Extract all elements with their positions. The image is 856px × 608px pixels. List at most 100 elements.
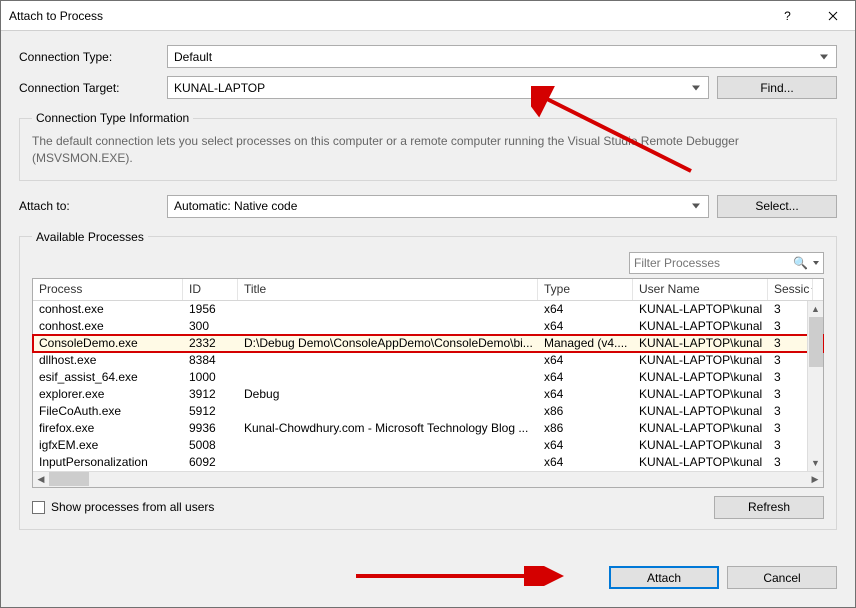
cell: Managed (v4....	[538, 336, 633, 350]
cell: ConsoleDemo.exe	[33, 336, 183, 350]
attach-button[interactable]: Attach	[609, 566, 719, 589]
filter-processes-input[interactable]: 🔍	[629, 252, 824, 274]
table-row[interactable]: explorer.exe3912Debugx64KUNAL-LAPTOP\kun…	[33, 386, 823, 403]
cell: conhost.exe	[33, 319, 183, 333]
cell: dllhost.exe	[33, 353, 183, 367]
horizontal-scrollbar[interactable]: ◀ ▶	[33, 471, 823, 487]
refresh-button[interactable]: Refresh	[714, 496, 824, 519]
cell: 1000	[183, 370, 238, 384]
connection-type-value: Default	[174, 50, 212, 64]
cell: 2332	[183, 336, 238, 350]
cell: x64	[538, 455, 633, 469]
scroll-thumb-h[interactable]	[49, 472, 89, 486]
close-button[interactable]	[810, 1, 855, 31]
select-button[interactable]: Select...	[717, 195, 837, 218]
table-row[interactable]: esif_assist_64.exe1000 x64KUNAL-LAPTOP\ku…	[33, 369, 823, 386]
checkbox-icon	[32, 501, 45, 514]
scroll-left-icon[interactable]: ◀	[33, 471, 49, 487]
cell: 300	[183, 319, 238, 333]
chevron-down-icon	[813, 261, 819, 265]
find-button[interactable]: Find...	[717, 76, 837, 99]
cell: 8384	[183, 353, 238, 367]
window-title: Attach to Process	[1, 9, 765, 23]
process-list[interactable]: Process ID Title Type User Name Sessic^ …	[32, 278, 824, 488]
cell: D:\Debug Demo\ConsoleAppDemo\ConsoleDemo…	[238, 336, 538, 350]
filter-processes-text[interactable]	[634, 256, 791, 270]
select-button-label: Select...	[755, 199, 798, 213]
col-id[interactable]: ID	[183, 279, 238, 300]
table-row[interactable]: conhost.exe1956x64KUNAL-LAPTOP\kunal3	[33, 301, 823, 318]
scroll-up-icon[interactable]: ▲	[808, 301, 824, 317]
cell: KUNAL-LAPTOP\kunal	[633, 438, 768, 452]
cell: Kunal-Chowdhury.com - Microsoft Technolo…	[238, 421, 538, 435]
col-user[interactable]: User Name	[633, 279, 768, 300]
table-row[interactable]: InputPersonalization6092 x64KUNAL-LAPTOP\…	[33, 454, 823, 471]
cell: conhost.exe	[33, 302, 183, 316]
cancel-button[interactable]: Cancel	[727, 566, 837, 589]
process-rows: conhost.exe1956x64KUNAL-LAPTOP\kunal3con…	[33, 301, 823, 471]
cell: KUNAL-LAPTOP\kunal	[633, 370, 768, 384]
col-type[interactable]: Type	[538, 279, 633, 300]
table-row[interactable]: conhost.exe300x64KUNAL-LAPTOP\kunal3	[33, 318, 823, 335]
connection-target-label: Connection Target:	[19, 81, 159, 95]
connection-target-value: KUNAL-LAPTOP	[174, 81, 265, 95]
table-row[interactable]: FileCoAuth.exe5912x86KUNAL-LAPTOP\kunal3	[33, 403, 823, 420]
available-processes-group: Available Processes 🔍 Process ID Title T…	[19, 230, 837, 530]
cell: KUNAL-LAPTOP\kunal	[633, 404, 768, 418]
col-title[interactable]: Title	[238, 279, 538, 300]
cell: x86	[538, 421, 633, 435]
show-all-checkbox[interactable]: Show processes from all users	[32, 500, 214, 514]
connection-type-info-text: The default connection lets you select p…	[32, 133, 824, 168]
cell: x86	[538, 404, 633, 418]
attach-to-label: Attach to:	[19, 199, 159, 213]
find-button-label: Find...	[760, 81, 793, 95]
attach-to-value: Automatic: Native code	[174, 199, 297, 213]
cell: x64	[538, 438, 633, 452]
cell: firefox.exe	[33, 421, 183, 435]
cell: KUNAL-LAPTOP\kunal	[633, 421, 768, 435]
help-button[interactable]: ?	[765, 1, 810, 31]
cell: esif_assist_64.exe	[33, 370, 183, 384]
cell: 6092	[183, 455, 238, 469]
attach-to-process-dialog: Attach to Process ? Connection Type: Def…	[0, 0, 856, 608]
show-all-label: Show processes from all users	[51, 500, 214, 514]
cell: x64	[538, 353, 633, 367]
cell: igfxEM.exe	[33, 438, 183, 452]
table-row[interactable]: firefox.exe9936Kunal-Chowdhury.com - Mic…	[33, 420, 823, 437]
table-row[interactable]: igfxEM.exe5008x64KUNAL-LAPTOP\kunal3	[33, 437, 823, 454]
cell: Debug	[238, 387, 538, 401]
connection-type-select[interactable]: Default	[167, 45, 837, 68]
available-processes-legend: Available Processes	[32, 230, 148, 244]
connection-type-info-group: Connection Type Information The default …	[19, 111, 837, 181]
cell: 3912	[183, 387, 238, 401]
cell: KUNAL-LAPTOP\kunal	[633, 455, 768, 469]
process-list-header: Process ID Title Type User Name Sessic^	[33, 279, 823, 301]
col-process[interactable]: Process	[33, 279, 183, 300]
scroll-right-icon[interactable]: ▶	[807, 471, 823, 487]
cell: explorer.exe	[33, 387, 183, 401]
attach-button-label: Attach	[647, 571, 681, 585]
refresh-button-label: Refresh	[748, 500, 790, 514]
connection-type-info-legend: Connection Type Information	[32, 111, 193, 125]
table-row[interactable]: ConsoleDemo.exe2332D:\Debug Demo\Console…	[33, 335, 823, 352]
scroll-thumb-v[interactable]	[809, 317, 823, 367]
cell: 5912	[183, 404, 238, 418]
table-row[interactable]: dllhost.exe8384x64KUNAL-LAPTOP\kunal3	[33, 352, 823, 369]
cell: KUNAL-LAPTOP\kunal	[633, 302, 768, 316]
cell: 1956	[183, 302, 238, 316]
connection-target-select[interactable]: KUNAL-LAPTOP	[167, 76, 709, 99]
cell: InputPersonalization	[33, 455, 183, 469]
cell: KUNAL-LAPTOP\kunal	[633, 336, 768, 350]
cell: x64	[538, 370, 633, 384]
attach-to-field[interactable]: Automatic: Native code	[167, 195, 709, 218]
sort-asc-icon: ^	[811, 282, 813, 296]
cancel-button-label: Cancel	[763, 571, 800, 585]
col-session[interactable]: Sessic^	[768, 279, 813, 300]
dialog-footer: Attach Cancel	[19, 546, 837, 589]
vertical-scrollbar[interactable]: ▲ ▼	[807, 301, 823, 471]
scroll-down-icon[interactable]: ▼	[808, 455, 824, 471]
cell: KUNAL-LAPTOP\kunal	[633, 353, 768, 367]
cell: FileCoAuth.exe	[33, 404, 183, 418]
cell: 5008	[183, 438, 238, 452]
cell: x64	[538, 387, 633, 401]
